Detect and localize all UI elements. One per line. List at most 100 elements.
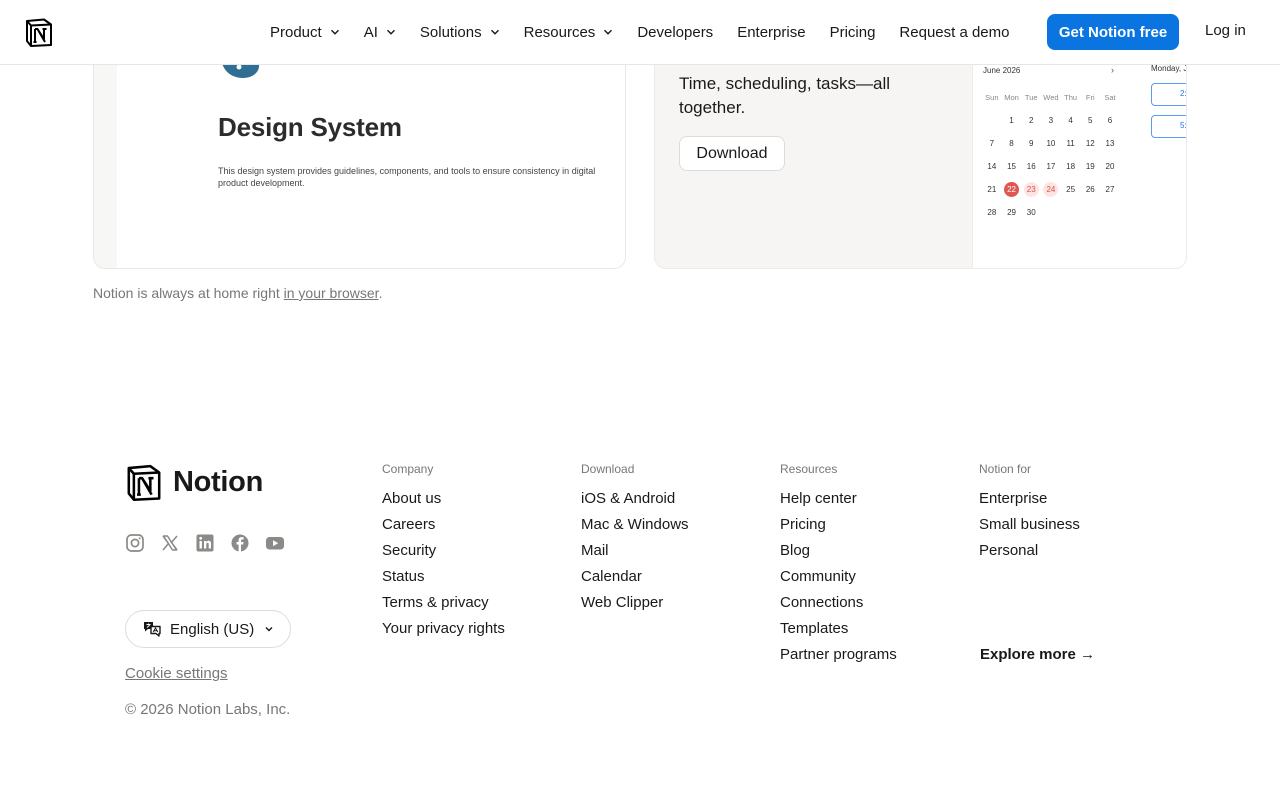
footer-link-pricing[interactable]: Pricing [780,516,897,542]
footer-link-small-business[interactable]: Small business [979,516,1080,542]
calendar-day-number: 20 [1105,162,1115,171]
design-system-page-preview: Design System This design system provide… [117,40,625,268]
cookie-settings-link[interactable]: Cookie settings [125,665,228,682]
footer-column-download: Download iOS & Android Mac & Windows Mail Ca… [581,462,689,620]
chevron-down-icon [265,627,273,632]
footer-link-mail[interactable]: Mail [581,542,689,568]
login-link[interactable]: Log in [1205,22,1246,39]
calendar-day-number [1102,204,1117,219]
calendar-card: Time, scheduling, tasks—all together. Do… [654,40,1187,269]
calendar-day[interactable]: 29 [1002,205,1022,220]
calendar-day[interactable]: 26 [1080,182,1100,197]
footer-link-web-clipper[interactable]: Web Clipper [581,594,689,620]
calendar-day[interactable]: 23 [1021,182,1041,197]
nav-item-product[interactable]: Product [270,24,340,41]
calendar-day[interactable]: 27 [1100,182,1120,197]
calendar-day[interactable]: 25 [1061,182,1081,197]
calendar-day[interactable]: 14 [982,159,1002,174]
footer-link-about-us[interactable]: About us [382,490,505,516]
nav-item-developers[interactable]: Developers [637,24,713,41]
linkedin-icon[interactable] [195,533,215,553]
youtube-icon[interactable] [265,533,285,553]
calendar-day[interactable]: 8 [1002,136,1022,151]
download-button[interactable]: Download [679,136,785,171]
calendar-day[interactable]: 9 [1021,136,1041,151]
facebook-icon[interactable] [230,533,250,553]
chevron-right-icon[interactable]: › [1111,65,1114,75]
calendar-day[interactable]: 11 [1061,136,1081,151]
calendar-day[interactable]: 5 [1080,113,1100,128]
calendar-day-number: 5 [1088,116,1093,125]
calendar-day-number: 3 [1048,116,1054,125]
notion-logo-icon [127,464,161,501]
weekday-label: Sat [1104,93,1116,102]
language-selector[interactable]: English (US) [125,610,291,648]
calendar-day[interactable]: 28 [982,205,1002,220]
footer-link-personal[interactable]: Personal [979,542,1080,568]
footer-link-status[interactable]: Status [382,568,505,594]
footer-link-connections[interactable]: Connections [780,594,897,620]
calendar-day[interactable]: 19 [1080,159,1100,174]
calendar-day[interactable]: 15 [1002,159,1022,174]
chevron-down-icon [386,29,395,35]
footer-link-terms-privacy[interactable]: Terms & privacy [382,594,505,620]
get-notion-free-button[interactable]: Get Notion free [1047,14,1179,50]
nav-item-enterprise[interactable]: Enterprise [737,24,805,41]
in-your-browser-link[interactable]: in your browser [284,285,379,301]
calendar-day[interactable]: 1 [1002,113,1022,128]
footer-link-blog[interactable]: Blog [780,542,897,568]
calendar-day[interactable]: 16 [1021,159,1041,174]
footer-link-help-center[interactable]: Help center [780,490,897,516]
calendar-day[interactable]: 6 [1100,113,1120,128]
calendar-day[interactable]: 17 [1041,159,1061,174]
calendar-day-number: 7 [989,139,995,148]
nav-item-solutions[interactable]: Solutions [420,24,500,41]
footer-link-partner-programs[interactable]: Partner programs [780,646,897,672]
calendar-day[interactable]: 7 [982,136,1002,151]
footer-link-mac-windows[interactable]: Mac & Windows [581,516,689,542]
language-icon [144,622,161,637]
calendar-day-number: 10 [1046,139,1056,148]
calendar-day[interactable]: 30 [1021,205,1041,220]
calendar-preview: June 2026 › Sun Mon Tue Wed Thu Fri Sat 1 2 3 4 5 6 7… [972,64,1186,268]
calendar-day-number: 21 [987,185,997,194]
calendar-day[interactable]: 18 [1061,159,1081,174]
calendar-day[interactable]: 12 [1080,136,1100,151]
footer-link-careers[interactable]: Careers [382,516,505,542]
footer-link-ios-android[interactable]: iOS & Android [581,490,689,516]
nav-item-request-a-demo[interactable]: Request a demo [899,24,1009,41]
calendar-day[interactable]: 22 [1002,182,1022,197]
calendar-event[interactable]: 2: [1151,83,1186,106]
nav-item-resources[interactable]: Resources [524,24,614,41]
x-icon[interactable] [160,533,180,553]
calendar-day[interactable]: 3 [1041,113,1061,128]
browser-note-prefix: Notion is always at home right [93,285,284,301]
calendar-day[interactable]: 21 [982,182,1002,197]
footer-link-enterprise[interactable]: Enterprise [979,490,1080,516]
instagram-icon[interactable] [125,533,145,553]
notion-logo-icon[interactable] [24,17,54,47]
calendar-day[interactable]: 20 [1100,159,1120,174]
chevron-down-icon [330,29,339,35]
calendar-day-number [984,112,999,127]
calendar-month-label: June 2026 [983,66,1021,75]
footer-link-security[interactable]: Security [382,542,505,568]
week-row: 21 22 23 24 25 26 27 [982,178,1120,201]
footer-link-calendar[interactable]: Calendar [581,568,689,594]
calendar-event[interactable]: 5: [1151,115,1186,138]
footer-logo[interactable]: Notion [125,462,263,502]
explore-more-link[interactable]: Explore more → [980,646,1095,663]
calendar-day[interactable]: 2 [1021,113,1041,128]
calendar-day[interactable]: 10 [1041,136,1061,151]
week-row: 7 8 9 10 11 12 13 [982,132,1120,155]
nav-item-ai[interactable]: AI [364,24,396,41]
nav-item-pricing[interactable]: Pricing [830,24,876,41]
footer-link-templates[interactable]: Templates [780,620,897,646]
footer-link-community[interactable]: Community [780,568,897,594]
calendar-day[interactable]: 13 [1100,136,1120,151]
calendar-day[interactable]: 24 [1041,182,1061,197]
calendar-day[interactable]: 4 [1061,113,1081,128]
nav-item-label: AI [363,23,378,41]
weekday-label: Sun [985,93,999,102]
footer-link-your-privacy-rights[interactable]: Your privacy rights [382,620,505,646]
